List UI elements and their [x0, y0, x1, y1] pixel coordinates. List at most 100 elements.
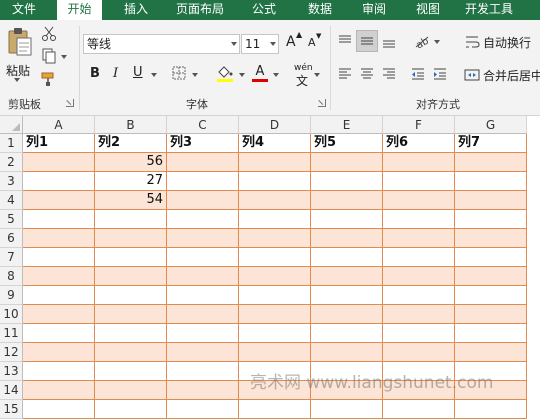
- row-header[interactable]: 5: [0, 210, 23, 229]
- orientation-icon[interactable]: ab: [412, 31, 432, 51]
- table-header-cell[interactable]: 列4: [239, 134, 311, 153]
- table-cell[interactable]: [95, 400, 167, 419]
- row-header[interactable]: 4: [0, 191, 23, 210]
- table-cell[interactable]: [311, 343, 383, 362]
- row-header[interactable]: 12: [0, 343, 23, 362]
- row-header[interactable]: 1: [0, 134, 23, 153]
- select-all-corner[interactable]: [0, 116, 23, 134]
- table-cell[interactable]: [311, 267, 383, 286]
- table-cell[interactable]: [311, 286, 383, 305]
- table-cell[interactable]: [455, 305, 527, 324]
- bold-button[interactable]: B: [90, 66, 100, 81]
- table-cell[interactable]: [95, 362, 167, 381]
- border-icon[interactable]: [170, 64, 188, 82]
- table-cell[interactable]: [95, 210, 167, 229]
- table-cell[interactable]: [167, 267, 239, 286]
- table-cell[interactable]: [383, 343, 455, 362]
- tab-3[interactable]: 页面布局: [167, 0, 233, 20]
- row-header[interactable]: 3: [0, 172, 23, 191]
- table-cell[interactable]: [455, 210, 527, 229]
- copy-icon[interactable]: [40, 47, 58, 65]
- align-bottom-icon[interactable]: [380, 32, 398, 50]
- font-dialog-launcher-icon[interactable]: [318, 99, 326, 107]
- row-header[interactable]: 8: [0, 267, 23, 286]
- increase-font-size-button[interactable]: A: [286, 34, 296, 50]
- table-cell[interactable]: [23, 324, 95, 343]
- paste-icon[interactable]: [6, 26, 34, 58]
- table-header-cell[interactable]: 列7: [455, 134, 527, 153]
- table-cell[interactable]: [95, 286, 167, 305]
- row-header[interactable]: 13: [0, 362, 23, 381]
- align-right-icon[interactable]: [380, 65, 398, 83]
- table-cell[interactable]: [239, 267, 311, 286]
- table-cell[interactable]: [383, 210, 455, 229]
- table-cell[interactable]: [23, 172, 95, 191]
- font-size-combo[interactable]: 11: [241, 34, 279, 54]
- table-header-cell[interactable]: 列5: [311, 134, 383, 153]
- align-left-icon[interactable]: [336, 65, 354, 83]
- table-cell[interactable]: [383, 324, 455, 343]
- table-cell[interactable]: [95, 343, 167, 362]
- column-header[interactable]: F: [383, 116, 455, 134]
- font-color-dropdown-icon[interactable]: [273, 73, 279, 77]
- cut-icon[interactable]: [40, 25, 58, 43]
- table-cell[interactable]: [239, 153, 311, 172]
- table-cell[interactable]: [455, 229, 527, 248]
- wrap-text-button[interactable]: 自动换行: [483, 34, 531, 51]
- table-header-cell[interactable]: 列1: [23, 134, 95, 153]
- table-cell[interactable]: [95, 248, 167, 267]
- row-header[interactable]: 6: [0, 229, 23, 248]
- table-cell[interactable]: [383, 191, 455, 210]
- table-cell[interactable]: [167, 210, 239, 229]
- align-top-icon[interactable]: [336, 32, 354, 50]
- table-cell[interactable]: [23, 191, 95, 210]
- table-cell[interactable]: [455, 191, 527, 210]
- table-cell[interactable]: [167, 172, 239, 191]
- table-cell[interactable]: [455, 286, 527, 305]
- table-cell[interactable]: [311, 400, 383, 419]
- row-header[interactable]: 14: [0, 381, 23, 400]
- table-cell[interactable]: [455, 324, 527, 343]
- table-cell[interactable]: [311, 191, 383, 210]
- tab-1[interactable]: 开始: [57, 0, 102, 20]
- decrease-indent-icon[interactable]: [409, 65, 427, 83]
- format-painter-icon[interactable]: [40, 70, 58, 88]
- table-cell[interactable]: [23, 248, 95, 267]
- table-cell[interactable]: [167, 305, 239, 324]
- table-cell[interactable]: [311, 248, 383, 267]
- row-header[interactable]: 15: [0, 400, 23, 419]
- table-cell[interactable]: [23, 286, 95, 305]
- row-header[interactable]: 11: [0, 324, 23, 343]
- table-cell[interactable]: [455, 343, 527, 362]
- table-cell[interactable]: [239, 286, 311, 305]
- font-color-icon[interactable]: A: [250, 62, 270, 84]
- tab-7[interactable]: 视图: [404, 0, 452, 20]
- table-cell[interactable]: [455, 172, 527, 191]
- table-cell[interactable]: [383, 305, 455, 324]
- row-header[interactable]: 9: [0, 286, 23, 305]
- fill-color-icon[interactable]: [214, 62, 236, 84]
- table-cell[interactable]: [167, 286, 239, 305]
- table-cell[interactable]: [311, 210, 383, 229]
- table-cell[interactable]: [167, 248, 239, 267]
- underline-dropdown-icon[interactable]: [151, 73, 157, 77]
- table-header-cell[interactable]: 列6: [383, 134, 455, 153]
- chevron-down-icon[interactable]: [231, 42, 237, 46]
- tab-2[interactable]: 插入: [112, 0, 160, 20]
- phonetic-dropdown-icon[interactable]: [314, 73, 320, 77]
- column-header[interactable]: E: [311, 116, 383, 134]
- decrease-font-size-button[interactable]: A: [308, 36, 316, 49]
- table-cell[interactable]: [239, 172, 311, 191]
- table-cell[interactable]: [167, 343, 239, 362]
- table-cell[interactable]: [23, 229, 95, 248]
- fill-color-dropdown-icon[interactable]: [239, 73, 245, 77]
- table-cell[interactable]: [167, 324, 239, 343]
- align-center-icon[interactable]: [358, 65, 376, 83]
- table-cell[interactable]: [311, 172, 383, 191]
- table-cell[interactable]: [23, 362, 95, 381]
- table-cell[interactable]: [167, 191, 239, 210]
- paste-label[interactable]: 粘贴: [6, 62, 30, 79]
- tab-5[interactable]: 数据: [296, 0, 344, 20]
- table-cell[interactable]: [167, 153, 239, 172]
- table-cell[interactable]: 27: [95, 172, 167, 191]
